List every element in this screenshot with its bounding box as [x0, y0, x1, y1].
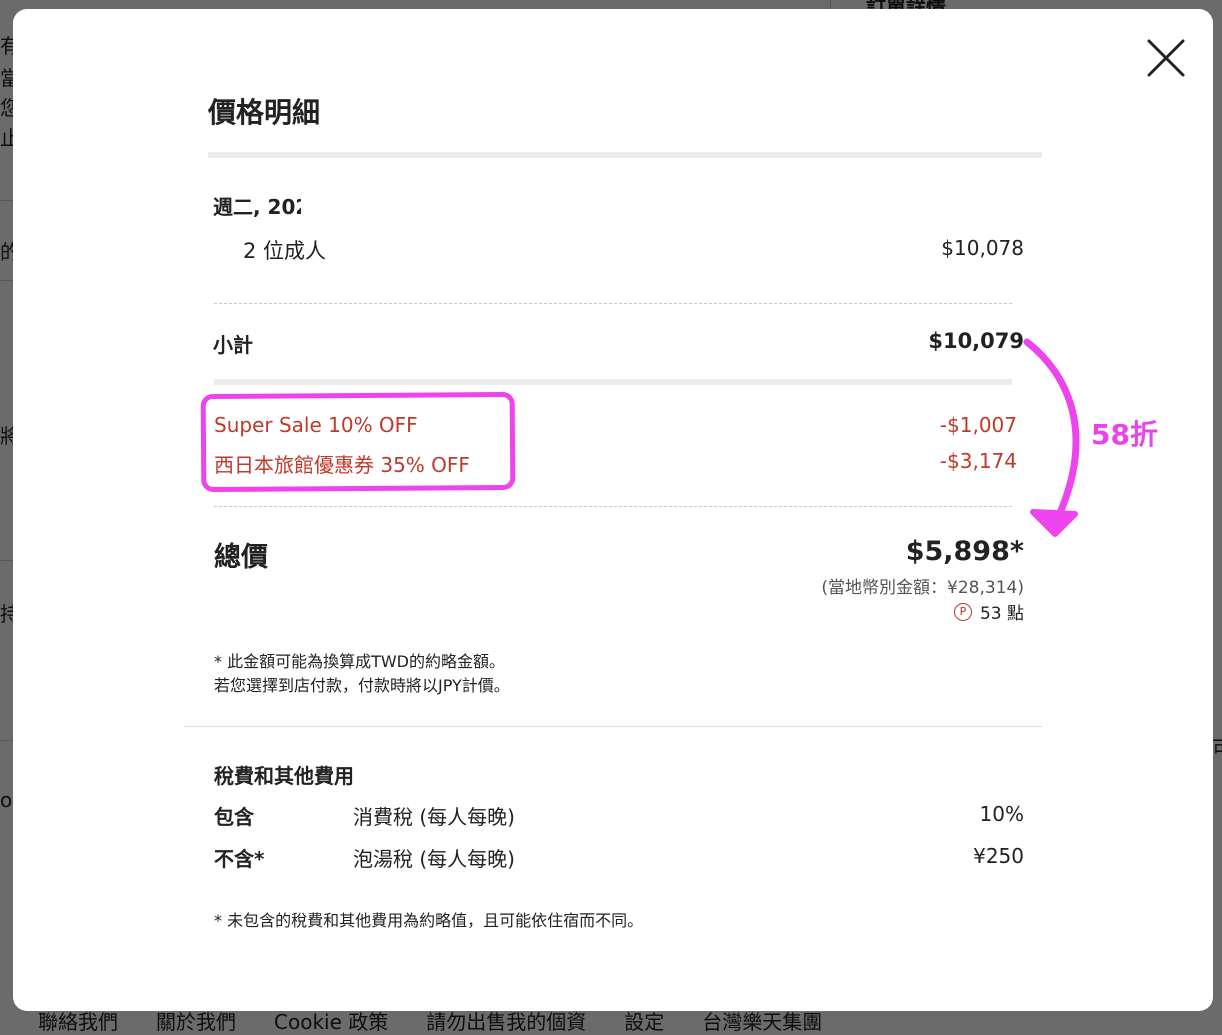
dashed-divider [214, 303, 1012, 304]
note-line: 若您選擇到店付款，付款時將以JPY計價。 [214, 676, 510, 695]
bg-divider [0, 200, 13, 201]
tax-value: 10% [979, 802, 1024, 826]
note-line: * 此金額可能為換算成TWD的約略金額。 [214, 652, 506, 671]
dashed-divider [214, 506, 1012, 507]
local-currency-amount: (當地幣別金額：¥28,314) [821, 578, 1024, 598]
bg-divider [0, 280, 13, 281]
subtotal-label: 小計 [213, 333, 253, 357]
bg-text: 可 [1212, 732, 1222, 761]
tax-name: 消費稅 (每人每晚) [353, 805, 515, 829]
tax-value: ¥250 [973, 844, 1024, 868]
close-icon [1147, 39, 1185, 77]
subtotal-divider [214, 379, 1012, 385]
total-label: 總價 [214, 542, 268, 573]
currency-note: * 此金額可能為換算成TWD的約略金額。 若您選擇到店付款，付款時將以JPY計價… [214, 650, 510, 698]
points-icon: P [953, 602, 972, 621]
annotation-text: 58折 [1091, 418, 1158, 451]
section-divider [184, 726, 1042, 727]
discount-value: -$1,007 [939, 413, 1017, 437]
discount-value: -$3,174 [939, 449, 1017, 473]
bg-divider [0, 740, 13, 741]
modal-title: 價格明細 [208, 96, 321, 129]
bg-divider [830, 0, 831, 9]
price-detail-modal: 價格明細 週二, 202 2 位成人 $10,078 小計 $10,079 Su… [13, 9, 1213, 1011]
points-text: 53 點 [979, 604, 1024, 624]
close-button[interactable] [1145, 37, 1187, 79]
tax-type: 包含 [214, 805, 254, 829]
tax-name: 泡湯稅 (每人每晚) [353, 847, 515, 871]
tax-type: 不含* [214, 847, 265, 871]
tax-section-title: 稅費和其他費用 [214, 764, 354, 788]
guests-price: $10,078 [941, 236, 1024, 260]
guests-label: 2 位成人 [243, 239, 327, 263]
tax-note: * 未包含的稅費和其他費用為約略值，且可能依住宿而不同。 [214, 911, 644, 930]
total-value: $5,898* [905, 536, 1024, 567]
bg-divider [0, 560, 13, 561]
stay-date: 週二, 202 [213, 195, 301, 219]
points-earned: P 53 點 [953, 599, 1024, 624]
subtotal-value: $10,079 [928, 329, 1024, 353]
title-divider [208, 152, 1042, 158]
annotation-highlight-box [200, 391, 516, 493]
